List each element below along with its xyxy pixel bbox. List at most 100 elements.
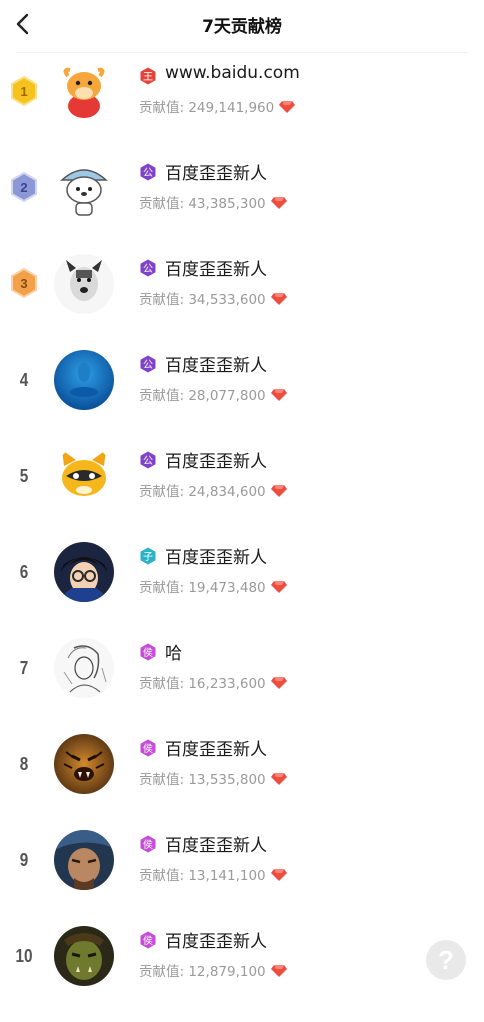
leaderboard-row-1[interactable]: 1 王 www.baidu.com 贡献值: 249,141,960 xyxy=(0,62,484,158)
rank-number: 1 xyxy=(20,84,27,99)
level-text: 子 xyxy=(143,551,153,563)
user-name: 百度歪歪新人 xyxy=(165,260,267,280)
score-label: 贡献值: xyxy=(139,868,189,884)
level-badge-icon: 公 xyxy=(140,451,156,469)
rank-number: 10 xyxy=(15,946,33,966)
bear-with-hat-avatar-icon xyxy=(54,158,114,218)
level-text: 公 xyxy=(143,168,153,179)
leaderboard-row-9[interactable]: 9 侯 百度歪歪新人 贡献值: 13,141,100 xyxy=(0,830,484,926)
leaderboard-row-5[interactable]: 5 公 百度歪歪新人 贡献值: 24,834,600 xyxy=(0,446,484,542)
dog-avatar-icon xyxy=(54,254,114,314)
raccoon-avatar-icon xyxy=(54,446,114,506)
game-warrior-avatar-icon xyxy=(54,830,114,890)
avatar[interactable] xyxy=(54,158,114,218)
silver-rank-badge-icon: 2 xyxy=(11,172,37,202)
level-text: 公 xyxy=(143,456,153,467)
user-name: 百度歪歪新人 xyxy=(165,740,267,760)
avatar[interactable] xyxy=(54,542,114,602)
score-value: 24,834,600 xyxy=(188,484,266,500)
score-value: 13,141,100 xyxy=(188,868,266,884)
rank-number: 6 xyxy=(19,562,29,582)
score-label: 贡献值: xyxy=(139,100,189,116)
leaderboard-row-2[interactable]: 2 公 百度歪歪新人 贡献值: 43,385,300 xyxy=(0,158,484,254)
anime-character-avatar-icon xyxy=(54,542,114,602)
contribution-score: 贡献值: 13,141,100 xyxy=(139,864,287,884)
user-name: 百度歪歪新人 xyxy=(165,356,267,376)
diamond-icon xyxy=(270,677,287,689)
avatar[interactable] xyxy=(54,926,114,986)
contribution-score: 贡献值: 19,473,480 xyxy=(139,576,287,596)
score-label: 贡献值: xyxy=(139,196,189,212)
avatar[interactable] xyxy=(54,254,114,314)
score-value: 34,533,600 xyxy=(188,292,266,308)
level-text: 侯 xyxy=(143,838,153,851)
avatar[interactable] xyxy=(54,350,114,410)
level-badge-icon: 公 xyxy=(140,355,156,373)
level-badge-icon: 侯 xyxy=(140,739,156,757)
cartoon-ox-avatar-icon xyxy=(54,62,114,122)
rank-number: 4 xyxy=(19,370,29,390)
level-badge-icon: 侯 xyxy=(140,931,156,949)
top-bar: 7天贡献榜 xyxy=(0,0,484,50)
diamond-icon xyxy=(270,773,287,785)
user-name: www.baidu.com xyxy=(165,63,300,83)
rank-number: 8 xyxy=(19,754,29,774)
score-value: 43,385,300 xyxy=(188,196,266,212)
sketch-portrait-avatar-icon xyxy=(54,638,114,698)
avatar[interactable] xyxy=(54,830,114,890)
score-label: 贡献值: xyxy=(139,772,189,788)
avatar[interactable] xyxy=(54,446,114,506)
score-value: 13,535,800 xyxy=(188,772,266,788)
contribution-score: 贡献值: 12,879,100 xyxy=(139,960,287,980)
rank-number: 5 xyxy=(19,466,29,486)
score-value: 12,879,100 xyxy=(188,964,266,980)
level-text: 公 xyxy=(143,264,153,275)
bronze-rank-badge-icon: 3 xyxy=(11,268,37,298)
diamond-icon xyxy=(270,389,287,401)
user-name: 百度歪歪新人 xyxy=(165,932,267,952)
avatar[interactable] xyxy=(54,638,114,698)
level-badge-icon: 子 xyxy=(140,547,156,565)
diamond-icon xyxy=(270,965,287,977)
contribution-score: 贡献值: 13,535,800 xyxy=(139,768,287,788)
rank-number: 2 xyxy=(20,180,27,195)
score-value: 28,077,800 xyxy=(188,388,266,404)
level-text: 侯 xyxy=(143,742,153,755)
underwater-avatar-icon xyxy=(54,350,114,410)
help-button[interactable]: ? xyxy=(426,940,466,980)
user-name: 百度歪歪新人 xyxy=(165,164,267,184)
diamond-icon xyxy=(270,581,287,593)
user-name: 哈 xyxy=(165,644,182,664)
leaderboard-row-8[interactable]: 8 侯 百度歪歪新人 贡献值: 13,535,800 xyxy=(0,734,484,830)
level-badge-icon: 侯 xyxy=(140,643,156,661)
level-badge-icon: 公 xyxy=(140,259,156,277)
leaderboard-row-3[interactable]: 3 公 百度歪歪新人 贡献值: 34,533,600 xyxy=(0,254,484,350)
user-name: 百度歪歪新人 xyxy=(165,548,267,568)
score-label: 贡献值: xyxy=(139,388,189,404)
level-text: 公 xyxy=(143,360,153,371)
avatar[interactable] xyxy=(54,62,114,122)
score-label: 贡献值: xyxy=(139,484,189,500)
diamond-icon xyxy=(270,293,287,305)
score-label: 贡献值: xyxy=(139,676,189,692)
leaderboard-row-4[interactable]: 4 公 百度歪歪新人 贡献值: 28,077,800 xyxy=(0,350,484,446)
contribution-score: 贡献值: 34,533,600 xyxy=(139,288,287,308)
leaderboard-row-6[interactable]: 6 子 百度歪歪新人 贡献值: 19,473,480 xyxy=(0,542,484,638)
level-text: 侯 xyxy=(143,646,153,659)
diamond-icon xyxy=(270,485,287,497)
level-text: 侯 xyxy=(143,934,153,947)
level-badge-icon: 王 xyxy=(140,67,156,85)
tiger-avatar-icon xyxy=(54,734,114,794)
score-label: 贡献值: xyxy=(139,292,189,308)
score-label: 贡献值: xyxy=(139,580,189,596)
rank-number: 9 xyxy=(19,850,29,870)
orc-avatar-icon xyxy=(54,926,114,986)
rank-number: 3 xyxy=(20,276,27,291)
score-value: 249,141,960 xyxy=(188,100,275,116)
leaderboard-row-10[interactable]: 10 侯 百度歪歪新人 贡献值: 12,879,100 xyxy=(0,926,484,1022)
contribution-score: 贡献值: 43,385,300 xyxy=(139,192,287,212)
diamond-icon xyxy=(279,101,296,113)
level-text: 王 xyxy=(143,72,153,83)
avatar[interactable] xyxy=(54,734,114,794)
leaderboard-row-7[interactable]: 7 侯 哈 贡献值: 16,233,600 xyxy=(0,638,484,734)
